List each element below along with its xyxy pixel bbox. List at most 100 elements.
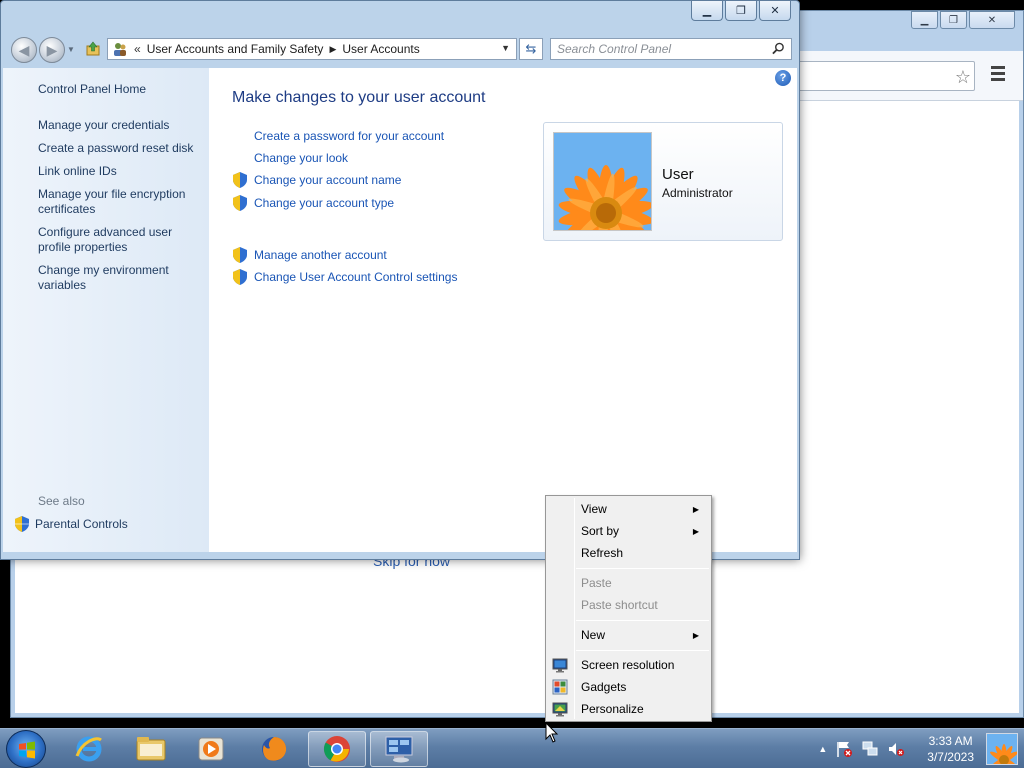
breadcrumb-overflow[interactable]: « [134,42,141,56]
menu-item-label: Personalize [581,702,644,716]
menu-item-view[interactable]: View ▶ [548,498,709,520]
taskbar-media-player[interactable] [182,731,240,767]
control-panel-window: ▁ ❐ ✕ ◀ ▶ ▼ « User Accounts and Family S… [0,0,800,560]
help-icon[interactable]: ? [775,70,791,86]
account-type: Administrator [662,186,733,200]
link-online-ids-link[interactable]: Link online IDs [38,164,198,179]
control-panel-home-link[interactable]: Control Panel Home [38,82,198,97]
search-placeholder: Search Control Panel [557,42,672,56]
breadcrumb-user-accounts-family-safety[interactable]: User Accounts and Family Safety [147,42,324,56]
menu-separator [576,620,709,621]
manage-another-account-link[interactable]: Manage another account [254,248,387,262]
taskbar-control-panel[interactable] [370,731,428,767]
taskbar: ▲ 3:33 AM 3/7/2023 [0,728,1024,768]
gadgets-icon [552,679,568,695]
refresh-button[interactable]: ⇆ [519,38,543,60]
breadcrumb-user-accounts[interactable]: User Accounts [342,42,419,56]
taskbar-firefox[interactable] [245,731,303,767]
window-controls: ▁ ❐ ✕ [691,1,791,21]
maximize-button[interactable]: ❐ [725,1,757,21]
taskbar-internet-explorer[interactable] [60,731,118,767]
up-level-button[interactable] [83,39,103,59]
manage-file-encryption-certificates-link[interactable]: Manage your file encryption certificates [38,187,198,217]
system-clock[interactable]: 3:33 AM 3/7/2023 [927,733,974,765]
browser-maximize-button[interactable]: ❐ [940,11,967,29]
flower-picture-icon [554,133,651,230]
network-icon[interactable] [861,740,879,758]
change-your-look-link[interactable]: Change your look [254,151,348,165]
browser-close-button[interactable]: ✕ [969,11,1015,29]
uac-shield-icon [233,195,247,211]
recent-pages-dropdown[interactable]: ▼ [67,45,75,54]
configure-advanced-user-profile-link[interactable]: Configure advanced user profile properti… [38,225,198,255]
menu-separator [576,650,709,651]
minimize-button[interactable]: ▁ [691,1,723,21]
menu-item-new[interactable]: New ▶ [548,624,709,646]
change-account-type-link[interactable]: Change your account type [254,196,394,210]
mouse-cursor-icon [545,722,559,743]
menu-item-label: Screen resolution [581,658,675,672]
breadcrumb-separator-icon[interactable]: ▶ [329,44,336,55]
user-account-tile: User Administrator [543,122,783,241]
page-title: Make changes to your user account [232,89,486,106]
start-button[interactable] [6,730,46,768]
browser-window-controls: ▁ ❐ ✕ [911,11,1015,29]
close-button[interactable]: ✕ [759,1,791,21]
menu-item-label: Paste shortcut [581,598,658,612]
see-also-heading: See also [38,494,85,508]
menu-item-label: Sort by [581,524,620,538]
menu-item-paste-shortcut[interactable]: Paste shortcut [548,594,709,616]
menu-item-label: Paste [581,576,612,590]
taskbar-chrome[interactable] [308,731,366,767]
menu-separator [576,568,709,569]
action-center-flag-icon[interactable] [835,740,853,758]
firefox-icon [262,737,287,761]
internet-explorer-icon [75,736,102,762]
forward-button[interactable]: ▶ [39,37,65,63]
address-dropdown-icon[interactable]: ▼ [501,43,510,53]
uac-shield-icon [233,247,247,263]
browser-address-bar[interactable] [791,61,975,91]
refresh-icon: ⇆ [525,41,537,56]
show-desktop-button[interactable] [978,729,1024,768]
back-arrow-icon: ◀ [18,41,30,58]
uac-shield-icon [15,516,29,532]
bookmark-star-icon[interactable]: ☆ [955,67,971,88]
flower-thumbnail-icon [987,734,1017,764]
address-bar[interactable]: « User Accounts and Family Safety ▶ User… [107,38,517,60]
parental-controls-label: Parental Controls [35,517,128,531]
menu-item-label: View [581,502,607,516]
forward-arrow-icon: ▶ [46,41,58,58]
manage-credentials-link[interactable]: Manage your credentials [38,118,198,133]
clock-date: 3/7/2023 [927,750,974,764]
search-icon[interactable] [772,42,785,55]
show-hidden-icons-icon[interactable]: ▲ [818,744,827,754]
back-button[interactable]: ◀ [11,37,37,63]
menu-item-refresh[interactable]: Refresh [548,542,709,564]
menu-item-screen-resolution[interactable]: Screen resolution [548,654,709,676]
menu-item-paste[interactable]: Paste [548,572,709,594]
browser-menu-icon[interactable] [991,66,1005,84]
left-navigation-pane: Control Panel Home Manage your credentia… [3,68,209,552]
windows-logo-icon [19,741,35,759]
search-input[interactable]: Search Control Panel [550,38,792,60]
volume-muted-icon[interactable] [887,740,905,758]
main-pane: ? Make changes to your user account Crea… [209,68,797,552]
control-panel-icon [385,736,413,763]
menu-item-personalize[interactable]: Personalize [548,698,709,720]
parental-controls-link[interactable]: Parental Controls [15,516,128,532]
media-player-icon [198,737,224,761]
control-panel-content: Control Panel Home Manage your credentia… [3,68,797,552]
menu-item-gadgets[interactable]: Gadgets [548,676,709,698]
taskbar-windows-explorer[interactable] [122,731,180,767]
create-password-reset-disk-link[interactable]: Create a password reset disk [38,141,198,156]
change-environment-variables-link[interactable]: Change my environment variables [38,263,198,293]
create-password-link[interactable]: Create a password for your account [254,129,444,143]
browser-minimize-button[interactable]: ▁ [911,11,938,29]
screen-resolution-icon [552,658,568,673]
change-account-name-link[interactable]: Change your account name [254,173,401,187]
change-uac-settings-link[interactable]: Change User Account Control settings [254,270,457,284]
uac-shield-icon [233,172,247,188]
menu-item-sort-by[interactable]: Sort by ▶ [548,520,709,542]
submenu-arrow-icon: ▶ [692,526,699,536]
